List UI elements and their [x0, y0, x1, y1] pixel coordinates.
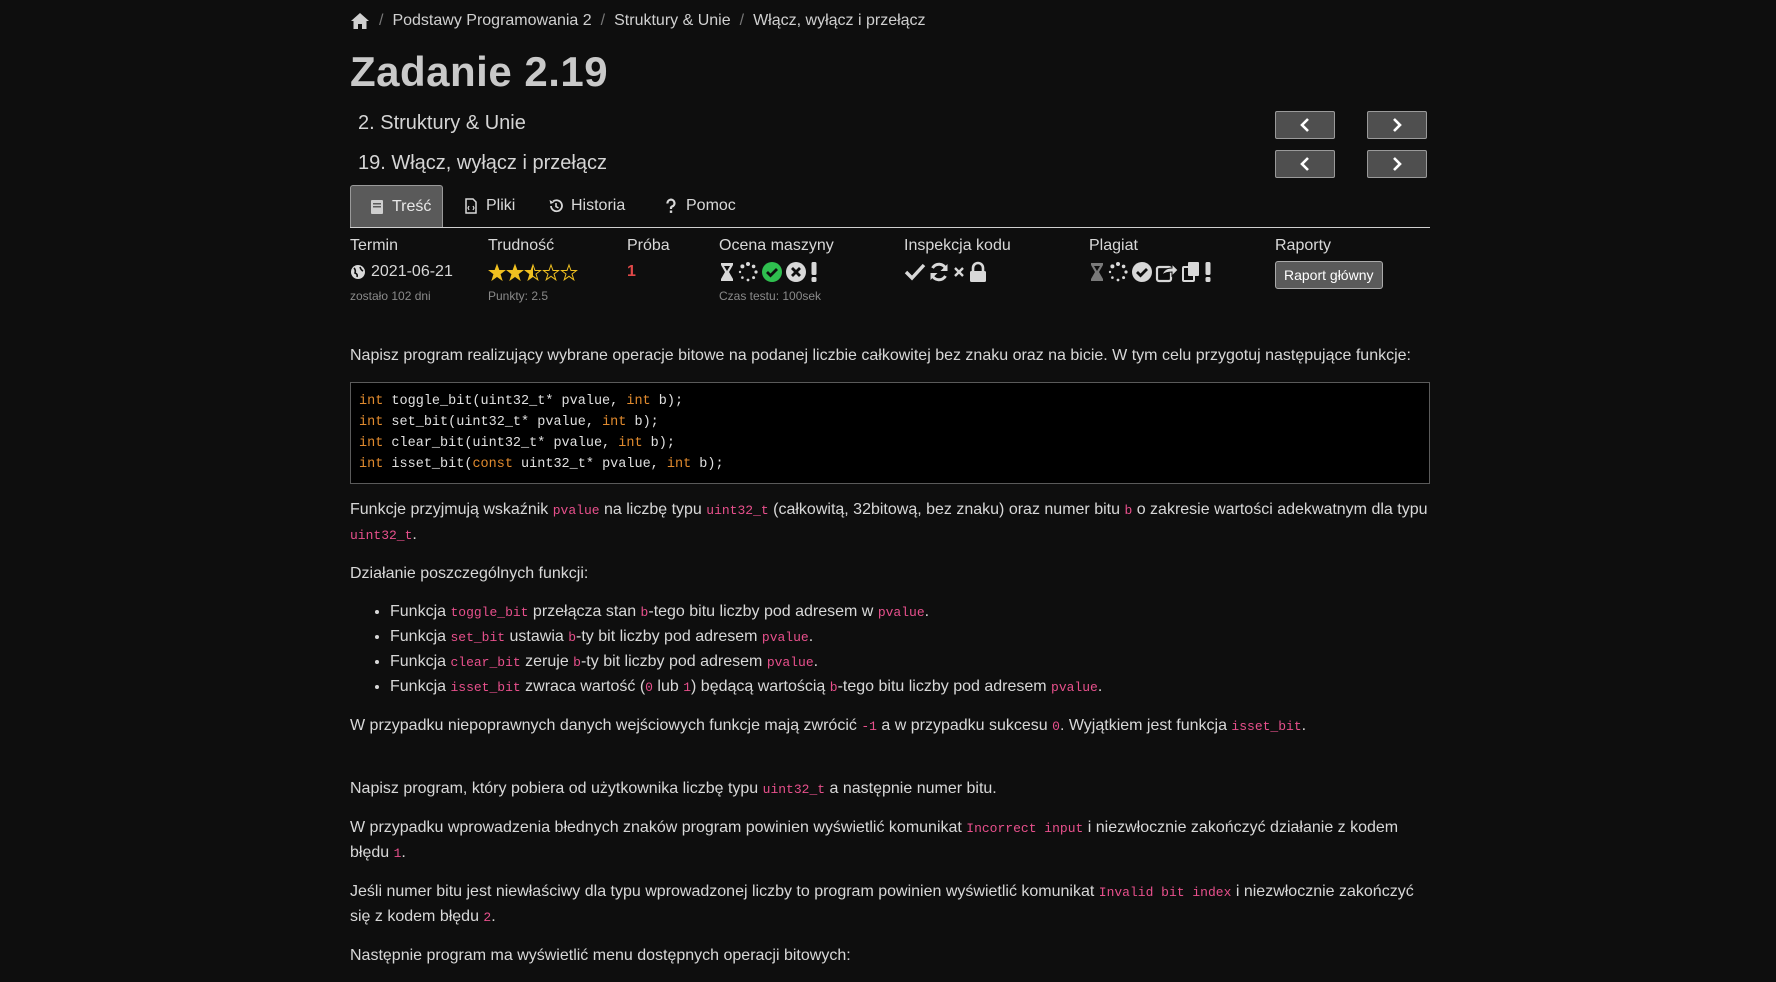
code-line: int toggle_bit(uint32_t* pvalue, int b);: [359, 394, 684, 409]
grading-status-icons: [719, 261, 834, 283]
chevron-left-icon: [1300, 157, 1309, 171]
breadcrumb-task-link[interactable]: Włącz, wyłącz i przełącz: [753, 12, 925, 30]
list-item: Funkcja clear_bit zeruje b-ty bit liczby…: [390, 650, 1430, 675]
meta-label: Trudność: [488, 237, 555, 254]
meta-plagiat: Plagiat: [1089, 237, 1215, 283]
attempt-count: 1: [627, 263, 636, 280]
tab-label: Treść: [392, 197, 432, 215]
task-description: Napisz program realizujący wybrane opera…: [350, 344, 1430, 982]
meta-ocena: Ocena maszyny Czas testu: 100sek: [719, 237, 834, 303]
chevron-left-icon: [1300, 118, 1309, 132]
meta-raporty: Raporty Raport główny: [1275, 237, 1383, 289]
meta-proba: Próba 1: [627, 237, 670, 283]
code-line: int set_bit(uint32_t* pvalue, int b);: [359, 415, 659, 430]
meta-label: Inspekcja kodu: [904, 237, 1011, 254]
difficulty-stars: [488, 261, 578, 283]
breadcrumb-separator: /: [379, 12, 384, 29]
invalid-bit-paragraph: Jeśli numer bitu jest niewłaściwy dla ty…: [350, 883, 1414, 925]
file-code-icon: [463, 198, 479, 214]
times-icon[interactable]: [952, 262, 966, 282]
code-review-icons: [904, 261, 1011, 283]
spinner-icon[interactable]: [737, 261, 759, 283]
check-circle-icon[interactable]: [1131, 261, 1153, 283]
tab-label: Pomoc: [686, 197, 736, 214]
list-item: Funkcja toggle_bit przełącza stan b-tego…: [390, 600, 1430, 625]
function-signatures-code: int toggle_bit(uint32_t* pvalue, int b);…: [350, 382, 1430, 484]
difficulty-points: Punkty: 2.5: [488, 289, 549, 303]
breadcrumb-course-link[interactable]: Podstawy Programowania 2: [392, 12, 591, 30]
history-icon: [548, 198, 564, 214]
tab-pliki[interactable]: Pliki: [463, 185, 515, 227]
globe-icon: [350, 264, 366, 280]
tab-label: Historia: [571, 197, 626, 214]
page-title: Zadanie 2.19: [350, 48, 609, 95]
functions-heading: Działanie poszczególnych funkcji:: [350, 565, 589, 582]
tab-bar: Treść Pliki Historia Pomoc: [350, 185, 1430, 228]
program-paragraph: Napisz program, który pobiera od użytkow…: [350, 780, 997, 797]
check-circle-icon[interactable]: [761, 261, 783, 283]
list-item: Funkcja set_bit ustawia b-ty bit liczby …: [390, 625, 1430, 650]
check-icon[interactable]: [904, 262, 926, 282]
tab-pomoc[interactable]: Pomoc: [663, 185, 736, 227]
meta-inspekcja: Inspekcja kodu: [904, 237, 1011, 283]
lock-icon[interactable]: [968, 261, 988, 283]
code-line: int isset_bit(const uint32_t* pvalue, in…: [359, 457, 724, 472]
tab-label: Pliki: [486, 197, 516, 214]
breadcrumb-separator: /: [600, 12, 606, 29]
spinner-icon[interactable]: [1107, 261, 1129, 283]
book-icon: [369, 199, 385, 215]
deadline-value-row: 2021-06-21: [350, 261, 453, 283]
tab-tresc[interactable]: Treść: [350, 185, 443, 227]
prev-section-button[interactable]: [1275, 111, 1335, 139]
refresh-icon[interactable]: [928, 261, 950, 283]
copy-icon[interactable]: [1181, 261, 1201, 283]
question-icon: [663, 198, 679, 214]
deadline-date: 2021-06-21: [371, 263, 453, 280]
exclamation-icon[interactable]: [1203, 261, 1213, 283]
home-icon[interactable]: [350, 12, 370, 30]
breadcrumb: / Podstawy Programowania 2 / Struktury &…: [350, 12, 926, 30]
hourglass-icon[interactable]: [1089, 262, 1105, 282]
return-values-paragraph: W przypadku niepoprawnych danych wejścio…: [350, 717, 1307, 734]
meta-label: Termin: [350, 237, 399, 254]
x-circle-icon[interactable]: [785, 261, 807, 283]
tab-historia[interactable]: Historia: [548, 185, 625, 227]
prev-task-button[interactable]: [1275, 150, 1335, 178]
section-subtitle: 2. Struktury & Unie: [358, 112, 526, 134]
next-task-button[interactable]: [1367, 150, 1427, 178]
chevron-right-icon: [1393, 118, 1402, 132]
next-section-button[interactable]: [1367, 111, 1427, 139]
test-time: Czas testu: 100sek: [719, 289, 822, 303]
main-report-button[interactable]: Raport główny: [1275, 261, 1383, 289]
parameters-paragraph: Funkcje przyjmują wskaźnik pvalue na lic…: [350, 501, 1428, 543]
breadcrumb-separator: /: [739, 12, 745, 29]
meta-label: Próba: [627, 237, 670, 254]
star-rating-icon: [489, 264, 577, 281]
list-item: Funkcja isset_bit zwraca wartość (0 lub …: [390, 675, 1430, 700]
task-meta: Termin 2021-06-21 zostało 102 dni Trudno…: [350, 237, 1430, 307]
meta-label: Ocena maszyny: [719, 237, 834, 254]
functions-list: Funkcja toggle_bit przełącza stan b-tego…: [350, 600, 1430, 700]
meta-label: Raporty: [1275, 237, 1332, 254]
share-icon[interactable]: [1155, 261, 1179, 283]
meta-trudnosc: Trudność Punkty: 2.5: [488, 237, 578, 303]
breadcrumb-section-link[interactable]: Struktury & Unie: [614, 12, 730, 30]
intro-paragraph: Napisz program realizujący wybrane opera…: [350, 347, 1411, 364]
deadline-remaining: zostało 102 dni: [350, 289, 431, 303]
task-subtitle: 19. Włącz, wyłącz i przełącz: [358, 152, 607, 174]
chevron-right-icon: [1393, 157, 1402, 171]
meta-label: Plagiat: [1089, 237, 1138, 254]
hourglass-icon[interactable]: [719, 262, 735, 282]
exclamation-icon[interactable]: [809, 261, 819, 283]
incorrect-input-paragraph: W przypadku wprowadzenia błednych znaków…: [350, 819, 1399, 861]
code-line: int clear_bit(uint32_t* pvalue, int b);: [359, 436, 675, 451]
plagiarism-icons: [1089, 261, 1215, 283]
meta-termin: Termin 2021-06-21 zostało 102 dni: [350, 237, 453, 303]
menu-paragraph: Następnie program ma wyświetlić menu dos…: [350, 947, 851, 964]
